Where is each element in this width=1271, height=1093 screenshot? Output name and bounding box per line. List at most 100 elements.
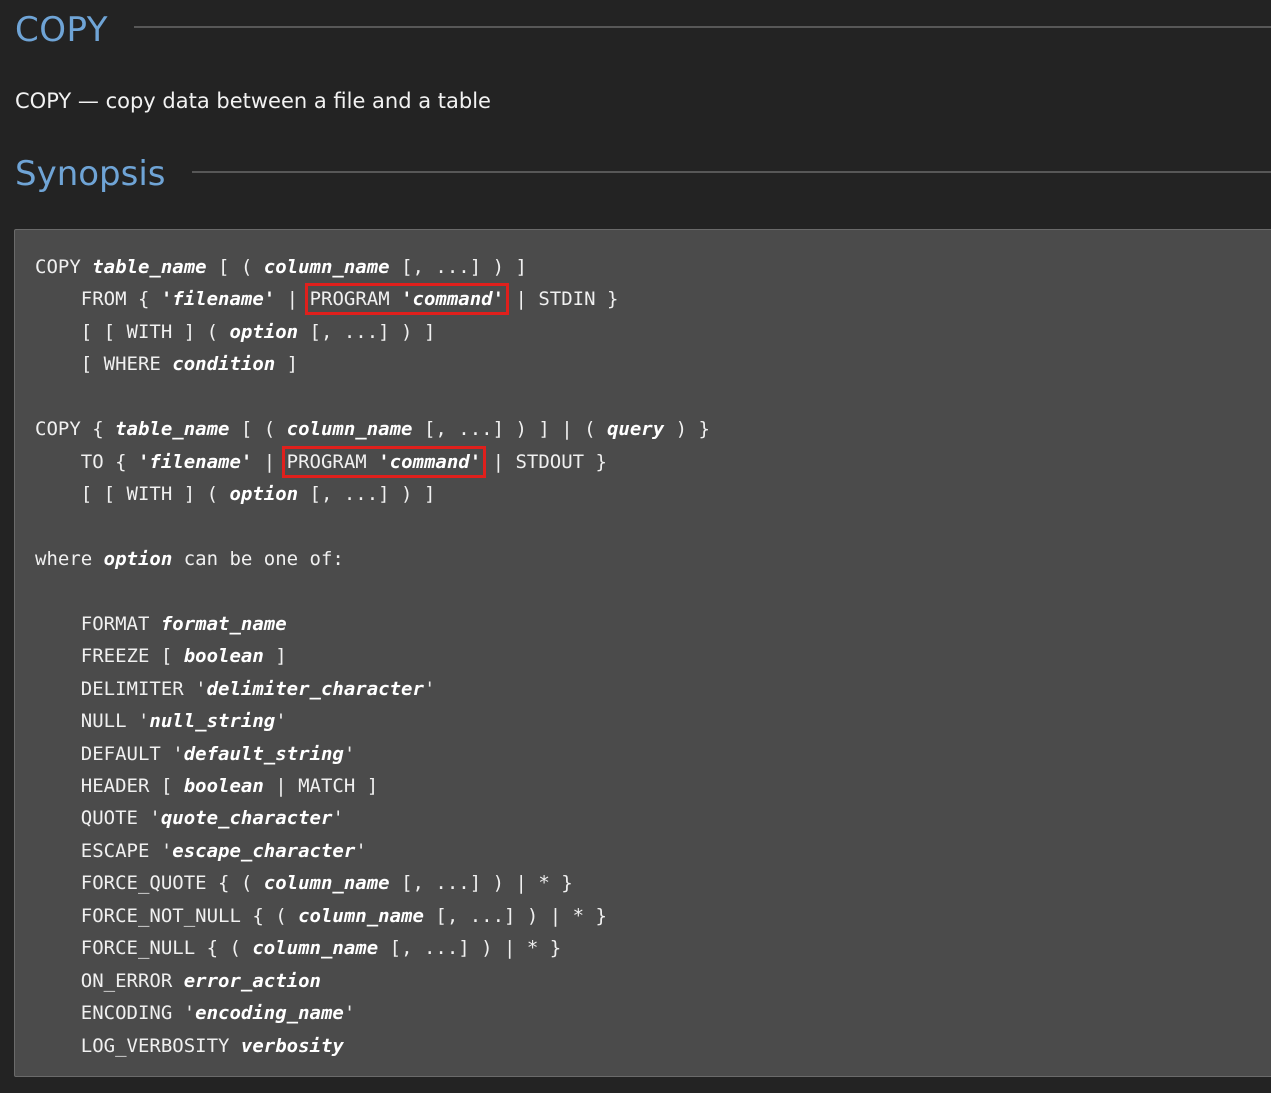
synopsis-divider — [191, 171, 1271, 173]
synopsis-line: DEFAULT 'default_string' — [35, 738, 710, 770]
title-divider — [134, 26, 1271, 28]
code-text: HEADER [ — [35, 775, 184, 797]
page-title-section: COPY — [15, 13, 1271, 47]
highlight-box: PROGRAM 'command' — [304, 283, 510, 316]
code-text: TO { — [35, 450, 138, 473]
code-placeholder: column_name — [263, 256, 390, 278]
code-placeholder: query — [606, 418, 665, 441]
code-text: QUOTE ' — [35, 807, 161, 830]
code-placeholder: escape_character — [172, 839, 356, 862]
code-placeholder: delimiter_character — [206, 677, 424, 700]
synopsis-code-block: COPY table_name [ ( column_name [, ...] … — [14, 229, 1271, 1077]
code-placeholder: column_name — [252, 937, 379, 960]
synopsis-line — [35, 381, 710, 413]
code-text: COPY — [35, 256, 93, 278]
synopsis-line: where option can be one of: — [35, 543, 710, 575]
code-placeholder: condition — [172, 353, 276, 376]
code-text: NULL ' — [35, 710, 150, 733]
code-text: ] — [275, 353, 299, 376]
synopsis-line: FORMAT format_name — [35, 608, 710, 640]
code-text: [ [ WITH ] ( — [35, 483, 230, 506]
synopsis-line: FROM { 'filename' | PROGRAM 'command' | … — [35, 283, 710, 316]
synopsis-line — [35, 511, 710, 543]
code-text: | STDIN } — [504, 288, 619, 311]
synopsis-line: FREEZE [ boolean ] — [35, 640, 710, 672]
code-placeholder: 'filename' — [160, 288, 276, 311]
synopsis-line: ON_ERROR error_action — [35, 965, 710, 997]
code-text: [, ...] ) | * } — [378, 937, 562, 960]
code-text: can be one of: — [172, 547, 344, 570]
code-text: FORCE_NOT_NULL { ( — [35, 904, 299, 927]
synopsis-code: COPY table_name [ ( column_name [, ...] … — [35, 251, 710, 1062]
code-text: [, ...] ) ] — [298, 483, 436, 506]
synopsis-line: ENCODING 'encoding_name' — [35, 997, 710, 1029]
code-placeholder: table_name — [115, 418, 230, 441]
code-text: ' — [355, 839, 367, 862]
code-text: ' — [332, 807, 344, 830]
command-purpose: COPY — copy data between a file and a ta… — [15, 89, 491, 113]
code-text: COPY { — [35, 418, 116, 441]
code-placeholder: column_name — [286, 418, 413, 441]
code-placeholder: boolean — [183, 775, 264, 797]
code-text: ' — [275, 710, 287, 733]
code-text: FORCE_NULL { ( — [35, 937, 253, 960]
code-text: LOG_VERBOSITY — [35, 1034, 241, 1057]
code-placeholder: verbosity — [240, 1034, 344, 1057]
code-text: ] — [263, 645, 287, 668]
code-placeholder: option — [229, 483, 299, 506]
highlight-box: PROGRAM 'command' — [281, 445, 487, 478]
code-text: [, ...] ) ] — [298, 320, 436, 343]
code-placeholder: 'command' — [378, 450, 482, 473]
code-text: [ WHERE — [35, 353, 173, 376]
code-text: DEFAULT ' — [35, 742, 184, 765]
code-placeholder: option — [103, 547, 173, 570]
code-text: [, ...] ) | * } — [389, 872, 573, 895]
code-text: DELIMITER ' — [35, 677, 207, 700]
code-text: | — [275, 288, 310, 311]
code-text: ' — [343, 1002, 356, 1025]
code-placeholder: column_name — [298, 904, 424, 927]
synopsis-line — [35, 575, 710, 607]
code-text: where — [35, 547, 104, 570]
code-text: [ ( — [206, 256, 264, 278]
synopsis-line: FORCE_NULL { ( column_name [, ...] ) | *… — [35, 932, 710, 964]
code-placeholder: boolean — [183, 645, 264, 668]
code-text: [, ...] ) ] | ( — [412, 418, 607, 441]
code-text: ENCODING ' — [35, 1002, 196, 1025]
code-placeholder: default_string — [183, 742, 344, 765]
code-placeholder: column_name — [263, 872, 390, 895]
code-text: FREEZE [ — [35, 645, 184, 668]
synopsis-line: ESCAPE 'escape_character' — [35, 835, 710, 867]
code-placeholder: quote_character — [160, 807, 333, 830]
code-text: [ ( — [229, 418, 287, 441]
code-text: | STDOUT } — [481, 450, 607, 473]
synopsis-line: QUOTE 'quote_character' — [35, 802, 710, 834]
synopsis-line: HEADER [ boolean | MATCH ] — [35, 770, 710, 802]
code-text: PROGRAM — [286, 450, 379, 473]
code-text: FORCE_QUOTE { ( — [35, 872, 264, 895]
synopsis-line: DELIMITER 'delimiter_character' — [35, 673, 710, 705]
synopsis-line: [ [ WITH ] ( option [, ...] ) ] — [35, 316, 710, 348]
synopsis-line: FORCE_NOT_NULL { ( column_name [, ...] )… — [35, 900, 710, 932]
code-placeholder: 'filename' — [137, 450, 253, 473]
code-placeholder: format_name — [160, 612, 287, 635]
synopsis-line: NULL 'null_string' — [35, 705, 710, 737]
synopsis-line: [ WHERE condition ] — [35, 348, 710, 380]
code-text: ON_ERROR — [35, 969, 184, 992]
synopsis-line: LOG_VERBOSITY verbosity — [35, 1030, 710, 1062]
code-text: FROM { — [35, 288, 161, 311]
code-text: ' — [423, 677, 436, 700]
code-text: ' — [343, 742, 356, 765]
synopsis-line: COPY table_name [ ( column_name [, ...] … — [35, 251, 710, 283]
code-text: | MATCH ] — [263, 775, 379, 797]
synopsis-line: [ [ WITH ] ( option [, ...] ) ] — [35, 478, 710, 510]
code-placeholder: error_action — [183, 969, 321, 992]
code-text: ) } — [664, 418, 710, 441]
synopsis-line: TO { 'filename' | PROGRAM 'command' | ST… — [35, 445, 710, 478]
code-placeholder: encoding_name — [195, 1002, 344, 1025]
page-title: COPY — [15, 10, 109, 50]
code-text: FORMAT — [35, 612, 161, 635]
code-placeholder: null_string — [149, 710, 276, 733]
code-text: ESCAPE ' — [35, 839, 173, 862]
code-text: | — [252, 450, 287, 473]
